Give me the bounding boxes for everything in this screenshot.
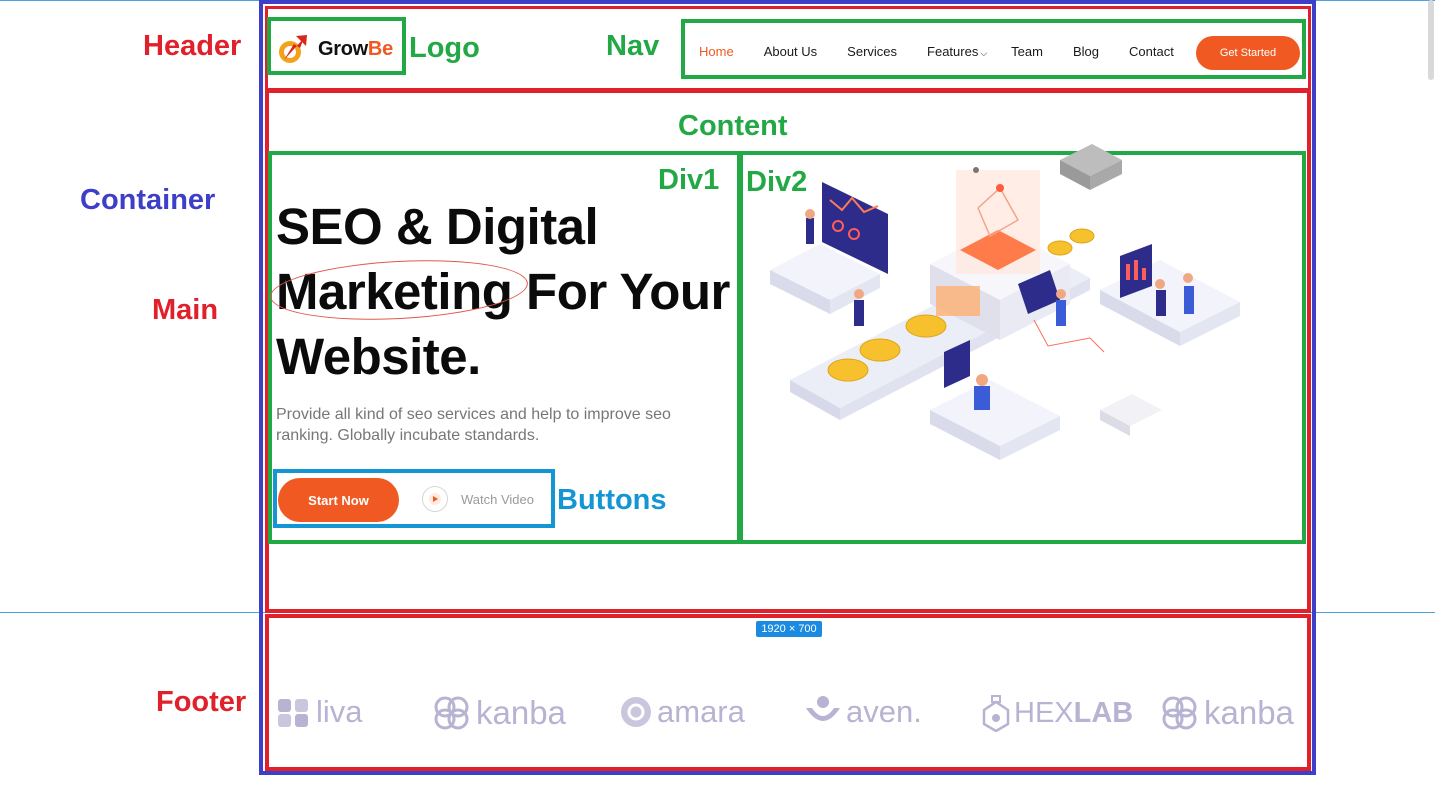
nav-item-features[interactable]: Features ⌵ [927,44,987,59]
annotation-header: Header [143,30,242,62]
amara-logo-icon [621,697,651,727]
kanba-logo-icon [1162,696,1197,730]
footer-box [265,614,1311,771]
brand-kanba-2: kanba [1160,694,1294,732]
chevron-down-icon: ⌵ [980,48,988,58]
nav-item-blog[interactable]: Blog [1073,44,1099,59]
annotation-content: Content [678,110,788,142]
nav-item-contact[interactable]: Contact [1129,44,1174,59]
start-now-button[interactable]: Start Now [278,478,399,522]
brand-kanba: kanba [432,694,566,732]
size-badge: 1920 × 700 [756,621,822,637]
get-started-button[interactable]: Get Started [1196,36,1300,70]
annotation-buttons: Buttons [557,484,667,516]
rocket-arrow-icon [279,35,307,63]
annotation-main: Main [152,294,219,326]
circled-word: Marketing [276,259,513,324]
brand-aven: aven. [804,694,922,730]
annotation-div1: Div1 [658,164,720,196]
nav-item-services[interactable]: Services [847,44,897,59]
hero-title: SEO & Digital Marketing For Your Website… [276,198,730,385]
isometric-seo-illustration [770,144,1240,460]
logo-text: GrowBe [318,37,393,60]
brand-logos: liva kanba amara aven. HEXLAB kanba [276,694,1306,746]
brand-amara: amara [619,694,745,730]
hexlab-logo-icon [982,695,1010,732]
kanba-logo-icon [434,696,469,730]
annotation-logo: Logo [409,32,480,64]
hero-subtitle: Provide all kind of seo services and hel… [276,406,671,444]
aven-logo-icon [806,696,840,721]
annotation-container: Container [80,184,216,216]
scrollbar[interactable] [1428,0,1434,80]
annotation-nav: Nav [606,30,660,62]
play-icon [422,486,448,512]
nav-item-about[interactable]: About Us [764,44,817,59]
watch-video-label: Watch Video [461,491,534,507]
nav-item-team[interactable]: Team [1011,44,1043,59]
main-nav: Home About Us Services Features ⌵ Team Bl… [699,44,1204,59]
site-logo[interactable]: GrowBe [276,32,393,66]
liva-logo-icon [278,699,308,727]
nav-item-home[interactable]: Home [699,44,734,59]
brand-liva: liva [276,694,363,730]
annotation-footer: Footer [156,686,247,718]
watch-video-button[interactable]: Watch Video [422,486,534,512]
brand-hexlab: HEXLAB [982,694,1133,732]
